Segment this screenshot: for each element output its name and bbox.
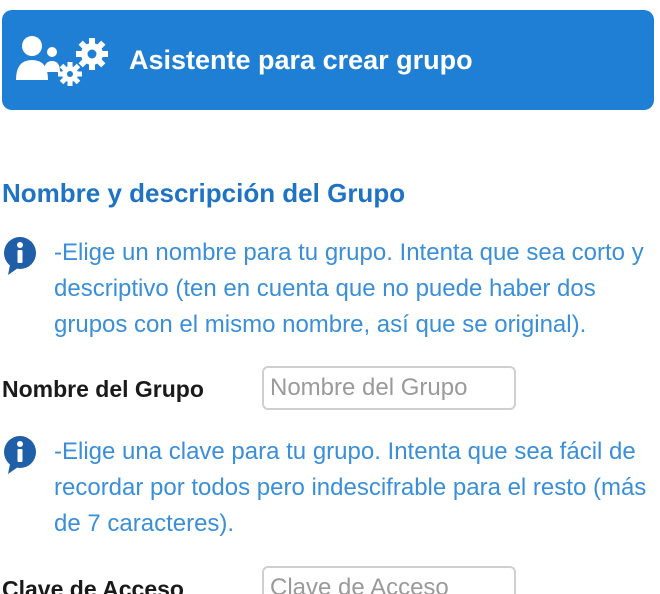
group-name-row: Nombre del Grupo bbox=[2, 366, 652, 412]
info-icon bbox=[4, 436, 36, 474]
access-key-input[interactable] bbox=[262, 566, 516, 594]
access-key-row: Clave de Acceso bbox=[2, 566, 652, 594]
group-name-label: Nombre del Grupo bbox=[2, 376, 204, 402]
info-group-name-text: -Elige un nombre para tu grupo. Intenta … bbox=[54, 239, 644, 338]
info-group-name: -Elige un nombre para tu grupo. Intenta … bbox=[2, 235, 652, 345]
group-name-input[interactable] bbox=[262, 366, 516, 410]
access-key-label: Clave de Acceso bbox=[2, 576, 184, 594]
info-access-key: -Elige una clave para tu grupo. Intenta … bbox=[2, 434, 652, 544]
wizard-title: Asistente para crear grupo bbox=[129, 45, 473, 75]
section-title: Nombre y descripción del Grupo bbox=[2, 178, 406, 208]
users-gears-icon bbox=[16, 36, 108, 86]
info-icon bbox=[4, 237, 36, 275]
wizard-header: Asistente para crear grupo bbox=[2, 10, 654, 110]
group-wizard-page: Asistente para crear grupo Nombre y desc… bbox=[0, 0, 660, 594]
info-access-key-text: -Elige una clave para tu grupo. Intenta … bbox=[54, 438, 647, 537]
